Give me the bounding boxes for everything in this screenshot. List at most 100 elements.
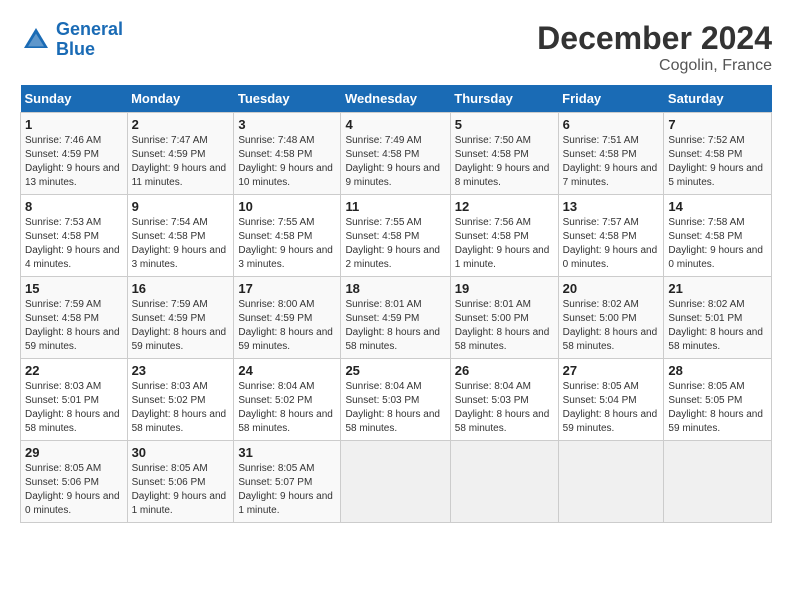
calendar-cell: 30 Sunrise: 8:05 AM Sunset: 5:06 PM Dayl… <box>127 441 234 523</box>
day-number: 23 <box>132 363 230 378</box>
day-number: 6 <box>563 117 660 132</box>
day-number: 2 <box>132 117 230 132</box>
day-info: Sunrise: 7:53 AM Sunset: 4:58 PM Dayligh… <box>25 216 123 272</box>
day-number: 14 <box>668 199 767 214</box>
calendar-cell: 17 Sunrise: 8:00 AM Sunset: 4:59 PM Dayl… <box>234 277 341 359</box>
day-number: 10 <box>238 199 336 214</box>
day-info: Sunrise: 8:05 AM Sunset: 5:06 PM Dayligh… <box>132 462 230 518</box>
calendar-cell: 6 Sunrise: 7:51 AM Sunset: 4:58 PM Dayli… <box>558 113 664 195</box>
day-number: 12 <box>455 199 554 214</box>
day-info: Sunrise: 8:04 AM Sunset: 5:03 PM Dayligh… <box>455 380 554 436</box>
calendar-cell: 28 Sunrise: 8:05 AM Sunset: 5:05 PM Dayl… <box>664 359 772 441</box>
day-info: Sunrise: 8:01 AM Sunset: 5:00 PM Dayligh… <box>455 298 554 354</box>
calendar-week-row: 15 Sunrise: 7:59 AM Sunset: 4:58 PM Dayl… <box>21 277 772 359</box>
calendar-cell <box>450 441 558 523</box>
day-number: 4 <box>345 117 445 132</box>
day-info: Sunrise: 7:52 AM Sunset: 4:58 PM Dayligh… <box>668 134 767 190</box>
day-info: Sunrise: 8:05 AM Sunset: 5:06 PM Dayligh… <box>25 462 123 518</box>
calendar-cell: 15 Sunrise: 7:59 AM Sunset: 4:58 PM Dayl… <box>21 277 128 359</box>
day-info: Sunrise: 7:51 AM Sunset: 4:58 PM Dayligh… <box>563 134 660 190</box>
day-number: 1 <box>25 117 123 132</box>
calendar-header-row: SundayMondayTuesdayWednesdayThursdayFrid… <box>21 85 772 113</box>
day-number: 20 <box>563 281 660 296</box>
calendar-table: SundayMondayTuesdayWednesdayThursdayFrid… <box>20 85 772 523</box>
calendar-cell: 16 Sunrise: 7:59 AM Sunset: 4:59 PM Dayl… <box>127 277 234 359</box>
day-info: Sunrise: 7:57 AM Sunset: 4:58 PM Dayligh… <box>563 216 660 272</box>
day-header-wednesday: Wednesday <box>341 85 450 113</box>
calendar-week-row: 1 Sunrise: 7:46 AM Sunset: 4:59 PM Dayli… <box>21 113 772 195</box>
day-number: 26 <box>455 363 554 378</box>
calendar-cell: 25 Sunrise: 8:04 AM Sunset: 5:03 PM Dayl… <box>341 359 450 441</box>
calendar-cell: 1 Sunrise: 7:46 AM Sunset: 4:59 PM Dayli… <box>21 113 128 195</box>
day-number: 31 <box>238 445 336 460</box>
day-number: 28 <box>668 363 767 378</box>
calendar-cell: 26 Sunrise: 8:04 AM Sunset: 5:03 PM Dayl… <box>450 359 558 441</box>
day-number: 24 <box>238 363 336 378</box>
day-header-thursday: Thursday <box>450 85 558 113</box>
calendar-cell: 20 Sunrise: 8:02 AM Sunset: 5:00 PM Dayl… <box>558 277 664 359</box>
calendar-cell: 8 Sunrise: 7:53 AM Sunset: 4:58 PM Dayli… <box>21 195 128 277</box>
day-number: 7 <box>668 117 767 132</box>
calendar-cell: 24 Sunrise: 8:04 AM Sunset: 5:02 PM Dayl… <box>234 359 341 441</box>
day-info: Sunrise: 8:05 AM Sunset: 5:05 PM Dayligh… <box>668 380 767 436</box>
calendar-cell <box>558 441 664 523</box>
calendar-cell: 5 Sunrise: 7:50 AM Sunset: 4:58 PM Dayli… <box>450 113 558 195</box>
day-info: Sunrise: 8:04 AM Sunset: 5:02 PM Dayligh… <box>238 380 336 436</box>
day-info: Sunrise: 7:55 AM Sunset: 4:58 PM Dayligh… <box>238 216 336 272</box>
calendar-week-row: 29 Sunrise: 8:05 AM Sunset: 5:06 PM Dayl… <box>21 441 772 523</box>
calendar-cell: 13 Sunrise: 7:57 AM Sunset: 4:58 PM Dayl… <box>558 195 664 277</box>
day-number: 18 <box>345 281 445 296</box>
day-info: Sunrise: 7:49 AM Sunset: 4:58 PM Dayligh… <box>345 134 445 190</box>
day-number: 15 <box>25 281 123 296</box>
calendar-cell: 19 Sunrise: 8:01 AM Sunset: 5:00 PM Dayl… <box>450 277 558 359</box>
day-info: Sunrise: 8:02 AM Sunset: 5:00 PM Dayligh… <box>563 298 660 354</box>
calendar-cell <box>664 441 772 523</box>
day-info: Sunrise: 8:05 AM Sunset: 5:04 PM Dayligh… <box>563 380 660 436</box>
calendar-cell: 22 Sunrise: 8:03 AM Sunset: 5:01 PM Dayl… <box>21 359 128 441</box>
day-header-tuesday: Tuesday <box>234 85 341 113</box>
day-header-saturday: Saturday <box>664 85 772 113</box>
calendar-week-row: 8 Sunrise: 7:53 AM Sunset: 4:58 PM Dayli… <box>21 195 772 277</box>
day-number: 11 <box>345 199 445 214</box>
day-number: 29 <box>25 445 123 460</box>
calendar-cell: 31 Sunrise: 8:05 AM Sunset: 5:07 PM Dayl… <box>234 441 341 523</box>
calendar-cell: 27 Sunrise: 8:05 AM Sunset: 5:04 PM Dayl… <box>558 359 664 441</box>
day-number: 9 <box>132 199 230 214</box>
calendar-cell: 7 Sunrise: 7:52 AM Sunset: 4:58 PM Dayli… <box>664 113 772 195</box>
calendar-cell: 29 Sunrise: 8:05 AM Sunset: 5:06 PM Dayl… <box>21 441 128 523</box>
day-info: Sunrise: 8:02 AM Sunset: 5:01 PM Dayligh… <box>668 298 767 354</box>
day-info: Sunrise: 7:59 AM Sunset: 4:58 PM Dayligh… <box>25 298 123 354</box>
calendar-cell: 2 Sunrise: 7:47 AM Sunset: 4:59 PM Dayli… <box>127 113 234 195</box>
day-number: 3 <box>238 117 336 132</box>
day-info: Sunrise: 7:55 AM Sunset: 4:58 PM Dayligh… <box>345 216 445 272</box>
day-info: Sunrise: 7:56 AM Sunset: 4:58 PM Dayligh… <box>455 216 554 272</box>
day-number: 30 <box>132 445 230 460</box>
calendar-week-row: 22 Sunrise: 8:03 AM Sunset: 5:01 PM Dayl… <box>21 359 772 441</box>
calendar-cell: 14 Sunrise: 7:58 AM Sunset: 4:58 PM Dayl… <box>664 195 772 277</box>
day-info: Sunrise: 8:04 AM Sunset: 5:03 PM Dayligh… <box>345 380 445 436</box>
day-info: Sunrise: 7:58 AM Sunset: 4:58 PM Dayligh… <box>668 216 767 272</box>
day-info: Sunrise: 8:00 AM Sunset: 4:59 PM Dayligh… <box>238 298 336 354</box>
calendar-cell: 12 Sunrise: 7:56 AM Sunset: 4:58 PM Dayl… <box>450 195 558 277</box>
calendar-cell: 9 Sunrise: 7:54 AM Sunset: 4:58 PM Dayli… <box>127 195 234 277</box>
logo-text: General Blue <box>56 20 123 60</box>
calendar-cell: 4 Sunrise: 7:49 AM Sunset: 4:58 PM Dayli… <box>341 113 450 195</box>
day-info: Sunrise: 7:48 AM Sunset: 4:58 PM Dayligh… <box>238 134 336 190</box>
calendar-cell: 23 Sunrise: 8:03 AM Sunset: 5:02 PM Dayl… <box>127 359 234 441</box>
title-block: December 2024 Cogolin, France <box>537 20 772 75</box>
day-info: Sunrise: 7:54 AM Sunset: 4:58 PM Dayligh… <box>132 216 230 272</box>
calendar-cell: 18 Sunrise: 8:01 AM Sunset: 4:59 PM Dayl… <box>341 277 450 359</box>
calendar-cell: 21 Sunrise: 8:02 AM Sunset: 5:01 PM Dayl… <box>664 277 772 359</box>
calendar-body: 1 Sunrise: 7:46 AM Sunset: 4:59 PM Dayli… <box>21 113 772 523</box>
day-info: Sunrise: 8:03 AM Sunset: 5:02 PM Dayligh… <box>132 380 230 436</box>
day-number: 21 <box>668 281 767 296</box>
calendar-cell: 10 Sunrise: 7:55 AM Sunset: 4:58 PM Dayl… <box>234 195 341 277</box>
calendar-cell: 11 Sunrise: 7:55 AM Sunset: 4:58 PM Dayl… <box>341 195 450 277</box>
day-info: Sunrise: 7:47 AM Sunset: 4:59 PM Dayligh… <box>132 134 230 190</box>
day-number: 19 <box>455 281 554 296</box>
day-info: Sunrise: 7:50 AM Sunset: 4:58 PM Dayligh… <box>455 134 554 190</box>
page-header: General Blue December 2024 Cogolin, Fran… <box>20 20 772 75</box>
day-number: 8 <box>25 199 123 214</box>
day-number: 25 <box>345 363 445 378</box>
day-info: Sunrise: 8:03 AM Sunset: 5:01 PM Dayligh… <box>25 380 123 436</box>
